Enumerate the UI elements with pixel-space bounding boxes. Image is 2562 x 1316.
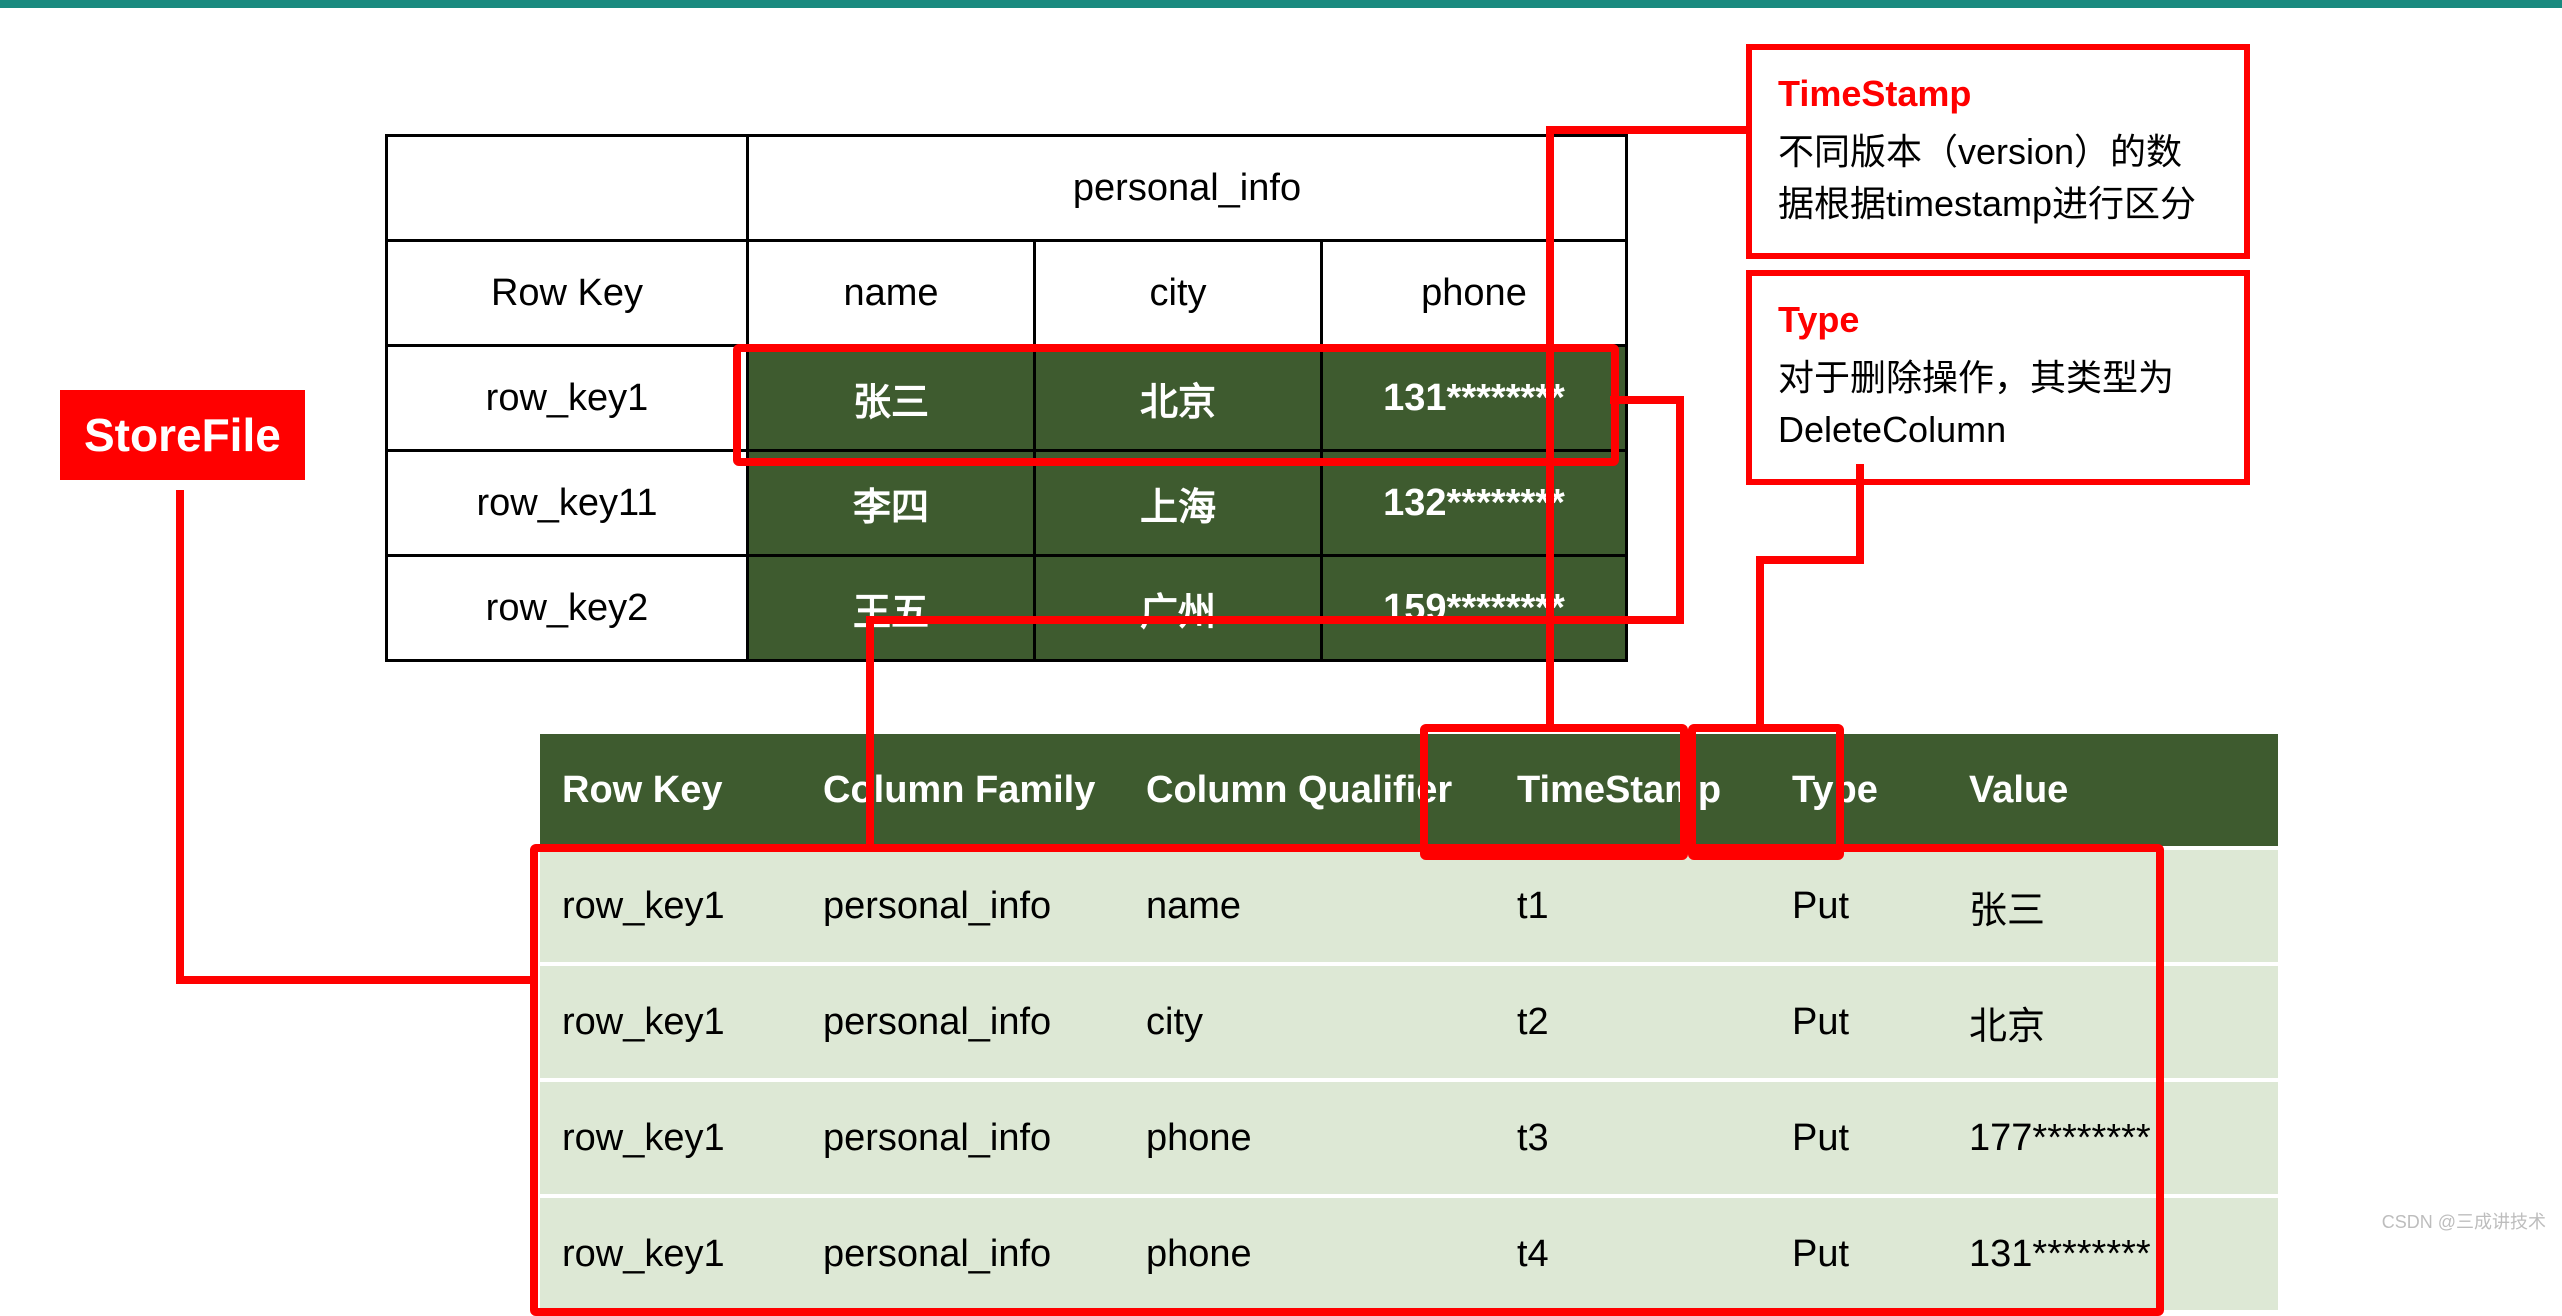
table-row: row_key1 personal_info name t1 Put 张三 xyxy=(540,848,2278,964)
table-row: row_key11 李四 上海 132******** xyxy=(387,451,1627,556)
watermark: CSDN @三成讲技术 xyxy=(2382,1208,2546,1234)
type-callout: Type 对于删除操作，其类型为DeleteColumn xyxy=(1746,270,2250,485)
sf-cf-cell: personal_info xyxy=(801,848,1124,964)
name-cell: 李四 xyxy=(748,451,1035,556)
type-callout-title: Type xyxy=(1778,294,2218,346)
col-phone-header: phone xyxy=(1322,241,1627,346)
type-callout-body: 对于删除操作，其类型为DeleteColumn xyxy=(1778,352,2218,456)
sf-type-cell: Put xyxy=(1770,1080,1947,1196)
sf-rowkey-cell: row_key1 xyxy=(540,1196,801,1312)
blank-header xyxy=(387,136,748,241)
name-cell: 张三 xyxy=(748,346,1035,451)
city-cell: 广州 xyxy=(1035,556,1322,661)
timestamp-callout-title: TimeStamp xyxy=(1778,68,2218,120)
table-row: row_key1 personal_info phone t3 Put 177*… xyxy=(540,1080,2278,1196)
name-cell: 王五 xyxy=(748,556,1035,661)
sf-value-cell: 177******** xyxy=(1947,1080,2278,1196)
phone-cell: 131******** xyxy=(1322,346,1627,451)
city-cell: 北京 xyxy=(1035,346,1322,451)
phone-cell: 132******** xyxy=(1322,451,1627,556)
city-cell: 上海 xyxy=(1035,451,1322,556)
col-name-header: name xyxy=(748,241,1035,346)
sf-type-cell: Put xyxy=(1770,964,1947,1080)
sf-cq-cell: phone xyxy=(1124,1196,1495,1312)
column-family-header: personal_info xyxy=(748,136,1627,241)
top-accent-bar xyxy=(0,0,2562,8)
sf-cf-header: Column Family xyxy=(801,734,1124,848)
table-row: row_key2 王五 广州 159******** xyxy=(387,556,1627,661)
table-row: row_key1 张三 北京 131******** xyxy=(387,346,1627,451)
sf-cq-cell: phone xyxy=(1124,1080,1495,1196)
sf-cq-cell: city xyxy=(1124,964,1495,1080)
table-row: row_key1 personal_info city t2 Put 北京 xyxy=(540,964,2278,1080)
sf-type-cell: Put xyxy=(1770,1196,1947,1312)
row-key-cell: row_key2 xyxy=(387,556,748,661)
logical-view-table: personal_info Row Key name city phone ro… xyxy=(385,134,1628,662)
sf-cf-cell: personal_info xyxy=(801,1080,1124,1196)
storefile-table: Row Key Column Family Column Qualifier T… xyxy=(540,734,2278,1314)
row-key-cell: row_key11 xyxy=(387,451,748,556)
sf-ts-cell: t2 xyxy=(1495,964,1770,1080)
timestamp-callout: TimeStamp 不同版本（version）的数据根据timestamp进行区… xyxy=(1746,44,2250,259)
sf-type-cell: Put xyxy=(1770,848,1947,964)
sf-cf-cell: personal_info xyxy=(801,1196,1124,1312)
sf-value-cell: 北京 xyxy=(1947,964,2278,1080)
sf-rowkey-cell: row_key1 xyxy=(540,848,801,964)
sf-value-cell: 张三 xyxy=(1947,848,2278,964)
sf-cq-header: Column Qualifier xyxy=(1124,734,1495,848)
sf-value-header: Value xyxy=(1947,734,2278,848)
sf-cf-cell: personal_info xyxy=(801,964,1124,1080)
sf-ts-header: TimeStamp xyxy=(1495,734,1770,848)
sf-value-cell: 131******** xyxy=(1947,1196,2278,1312)
table-row: row_key1 personal_info phone t4 Put 131*… xyxy=(540,1196,2278,1312)
col-city-header: city xyxy=(1035,241,1322,346)
sf-type-header: Type xyxy=(1770,734,1947,848)
sf-ts-cell: t3 xyxy=(1495,1080,1770,1196)
row-key-header: Row Key xyxy=(387,241,748,346)
sf-rowkey-cell: row_key1 xyxy=(540,964,801,1080)
sf-ts-cell: t4 xyxy=(1495,1196,1770,1312)
sf-rowkey-header: Row Key xyxy=(540,734,801,848)
sf-cq-cell: name xyxy=(1124,848,1495,964)
phone-cell: 159******** xyxy=(1322,556,1627,661)
timestamp-callout-body: 不同版本（version）的数据根据timestamp进行区分 xyxy=(1778,126,2218,230)
sf-rowkey-cell: row_key1 xyxy=(540,1080,801,1196)
row-key-cell: row_key1 xyxy=(387,346,748,451)
sf-ts-cell: t1 xyxy=(1495,848,1770,964)
storefile-badge: StoreFile xyxy=(60,390,305,480)
